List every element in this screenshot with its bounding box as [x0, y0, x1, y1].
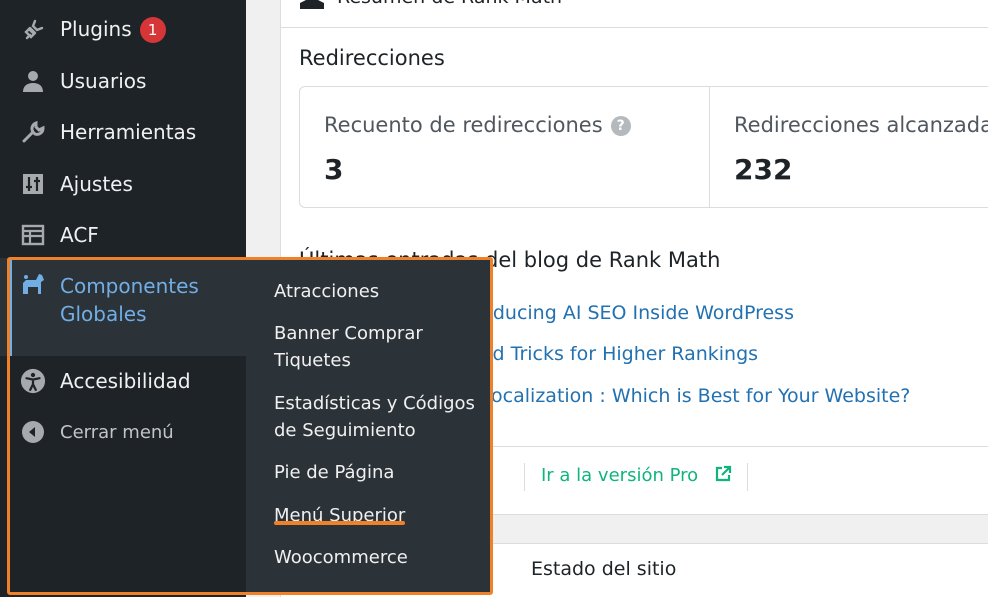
sidebar-item-label: Componentes Globales — [60, 274, 199, 326]
widget-header: Resumen de Rank Math — [281, 0, 988, 28]
submenu-item-atracciones[interactable]: Atracciones — [274, 278, 484, 305]
wrench-icon — [20, 119, 46, 145]
sidebar-item-acf[interactable]: ACF — [0, 213, 246, 257]
submenu-item-banner[interactable]: Banner Comprar Tiquetes — [274, 320, 484, 374]
stat-value: 232 — [734, 153, 793, 186]
stat-value: 3 — [324, 153, 344, 186]
sidebar-item-label: Accesibilidad — [60, 369, 191, 393]
submenu-item-woocommerce[interactable]: Woocommerce — [274, 544, 484, 571]
sidebar-item-tools[interactable]: Herramientas — [0, 110, 246, 154]
componentes-globales-submenu: Atracciones Banner Comprar Tiquetes Esta… — [234, 258, 490, 594]
sidebar-item-users[interactable]: Usuarios — [0, 59, 246, 103]
help-icon[interactable]: ? — [610, 116, 631, 136]
widget-title: Resumen de Rank Math — [337, 0, 562, 8]
rank-math-icon — [298, 0, 326, 15]
divider — [747, 463, 748, 491]
collapse-icon — [20, 419, 46, 445]
sidebar-item-label: Herramientas — [60, 120, 197, 144]
sidebar-item-label: Plugins — [60, 16, 132, 41]
sidebar-item-label: ACF — [60, 223, 99, 247]
highlight-underline — [274, 521, 405, 525]
sidebar-item-accesibilidad[interactable]: Accesibilidad — [0, 359, 246, 403]
dog-icon — [20, 270, 46, 296]
redirections-title: Redirecciones — [299, 46, 445, 70]
sidebar-item-label: Ajustes — [60, 172, 133, 196]
table-icon — [20, 222, 46, 248]
sliders-icon — [20, 171, 46, 197]
stat-redirection-count: Recuento de redirecciones? 3 — [300, 87, 710, 207]
stat-label: Redirecciones alcanzada — [734, 113, 988, 137]
sidebar-item-settings[interactable]: Ajustes — [0, 162, 246, 206]
go-pro-label: Ir a la versión Pro — [541, 465, 699, 486]
collapse-menu-button[interactable]: Cerrar menú — [0, 410, 246, 454]
accessibility-icon — [20, 368, 46, 394]
users-icon — [20, 68, 46, 94]
stat-redirection-hits: Redirecciones alcanzada 232 — [710, 87, 988, 207]
admin-sidebar: Plugins 1 Usuarios Herramientas Ajustes A… — [0, 0, 246, 597]
widget-title: Estado del sitio — [531, 558, 677, 580]
update-count-badge: 1 — [139, 17, 166, 44]
redirection-stats: Recuento de redirecciones? 3 Redireccion… — [299, 86, 988, 208]
stat-label: Recuento de redirecciones — [324, 113, 603, 137]
external-link-icon — [714, 465, 732, 488]
submenu-item-pie-de-pagina[interactable]: Pie de Página — [274, 459, 484, 486]
plug-icon — [20, 17, 46, 43]
submenu-item-estadisticas[interactable]: Estadísticas y Códigos de Seguimiento — [274, 390, 484, 444]
sidebar-item-componentes-globales[interactable]: Componentes Globales — [0, 258, 246, 356]
go-pro-link[interactable]: Ir a la versión Pro — [541, 465, 732, 488]
sidebar-item-label: Cerrar menú — [60, 421, 174, 443]
sidebar-item-label: Usuarios — [60, 69, 147, 93]
divider — [524, 463, 525, 491]
sidebar-item-plugins[interactable]: Plugins 1 — [0, 8, 246, 52]
